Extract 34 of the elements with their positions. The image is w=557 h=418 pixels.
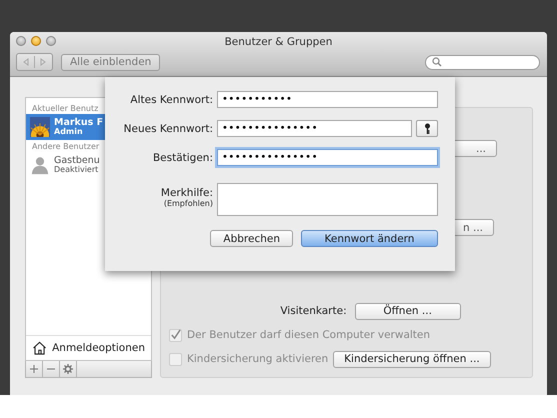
field-label: Bestätigen: (152, 152, 213, 164)
back-icon (22, 58, 30, 66)
open-card-button[interactable]: Öffnen ... (354, 302, 461, 320)
back-forward-control[interactable] (16, 53, 53, 71)
password-field[interactable]: ••••••••••••••• (217, 120, 412, 137)
field-sublabel: (Empfohlen) (164, 199, 213, 208)
password-field[interactable]: ••••••••••• (217, 91, 438, 108)
dialog-button[interactable]: Abbrechen (210, 230, 293, 247)
field-label: Merkhilfe: (160, 187, 213, 199)
forward-icon (39, 58, 47, 66)
person-silhouette-icon (30, 155, 50, 175)
checkbox-label: Der Benutzer darf diesen Computer verwalten (187, 329, 430, 341)
search-icon (432, 57, 442, 67)
close-button[interactable] (16, 36, 26, 46)
section-header: Andere Benutzer (31, 141, 100, 152)
field-label: Altes Kennwort: (130, 94, 213, 106)
house-icon (32, 339, 48, 357)
password-assistant-button[interactable] (416, 120, 438, 137)
window-title: Benutzer & Gruppen (224, 36, 332, 48)
login-options-item[interactable]: Anmeldeoptionen (26, 335, 151, 360)
zoom-button[interactable] (46, 36, 56, 46)
plus-icon (30, 365, 38, 373)
hint-field[interactable] (217, 183, 438, 216)
checkbox-label: Kindersicherung aktivieren (187, 353, 328, 365)
password-field[interactable]: ••••••••••••••• (217, 149, 438, 166)
business-card-label: Visitenkarte: (280, 305, 347, 317)
action-menu-button[interactable] (60, 361, 77, 377)
dialog-button[interactable]: Kennwort ändern (301, 230, 438, 247)
key-icon (424, 123, 430, 134)
search-field[interactable] (425, 54, 540, 70)
gear-icon (63, 364, 73, 374)
sunflower-avatar-icon (30, 117, 50, 137)
minimize-button[interactable] (31, 36, 41, 46)
section-header: Aktueller Benutz (31, 103, 100, 114)
